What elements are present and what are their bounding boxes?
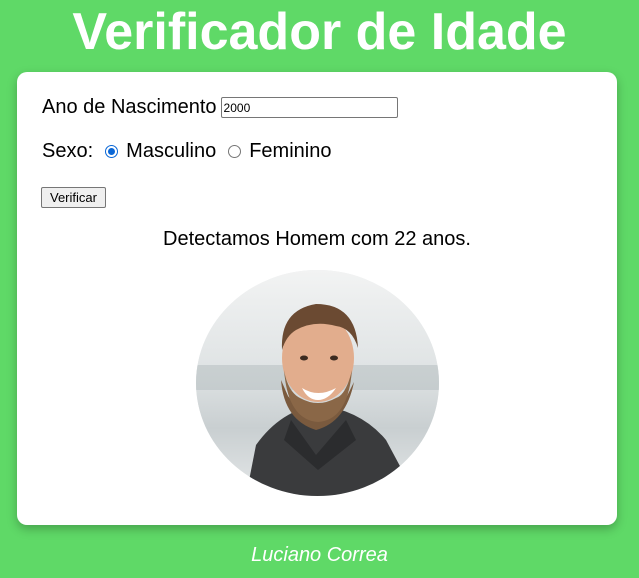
sex-row: Sexo: Masculino Feminino bbox=[42, 140, 331, 163]
footer-author: Luciano Correa bbox=[251, 544, 388, 566]
birth-year-label: Ano de Nascimento bbox=[42, 96, 217, 118]
sex-label: Sexo: bbox=[42, 140, 94, 162]
radio-feminino[interactable] bbox=[228, 145, 242, 158]
birth-year-input[interactable] bbox=[220, 97, 398, 118]
man-portrait-illustration bbox=[196, 270, 439, 496]
radio-masculino[interactable] bbox=[105, 145, 119, 158]
page-title: Verificador de Idade bbox=[72, 3, 567, 61]
man-portrait-photo bbox=[196, 270, 439, 496]
verify-button[interactable]: Verificar bbox=[41, 187, 106, 208]
birth-year-row: Ano de Nascimento bbox=[42, 96, 398, 119]
result-text: Detectamos Homem com 22 anos. bbox=[163, 228, 471, 250]
verifier-card: Ano de Nascimento Sexo: Masculino Femini… bbox=[17, 72, 617, 525]
radio-feminino-label[interactable]: Feminino bbox=[249, 140, 331, 163]
radio-masculino-label[interactable]: Masculino bbox=[126, 140, 216, 163]
